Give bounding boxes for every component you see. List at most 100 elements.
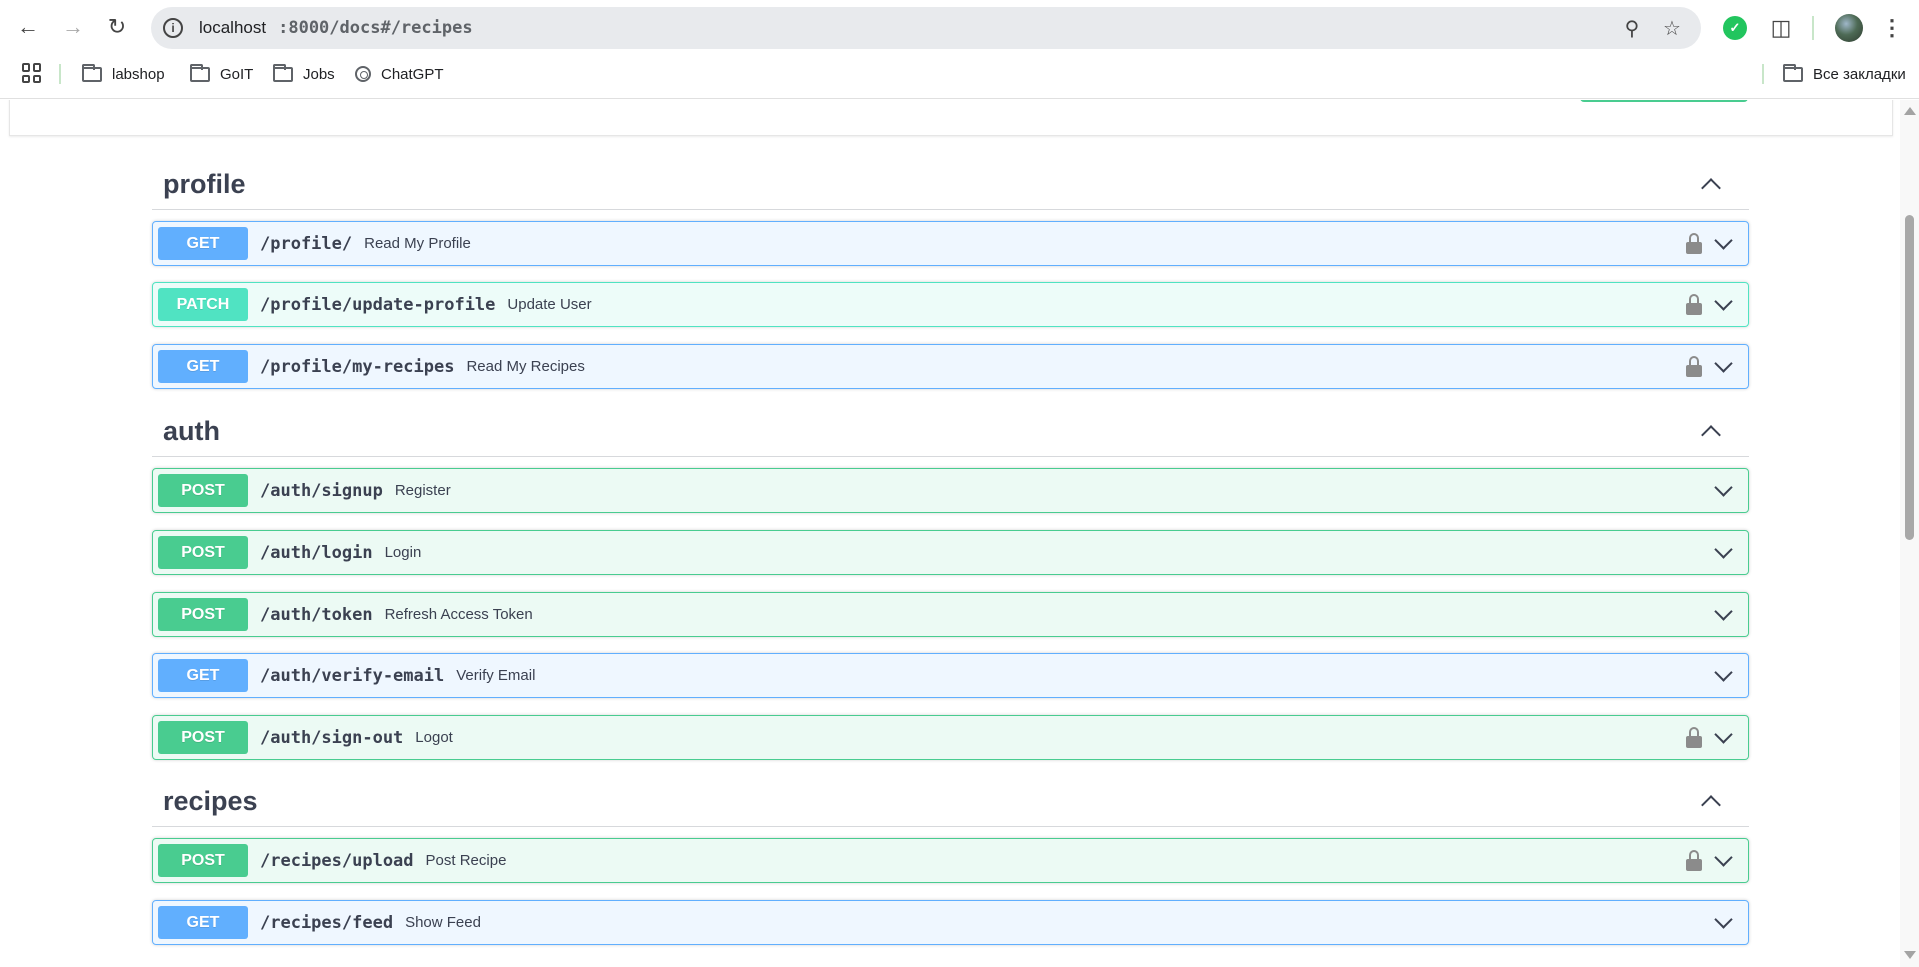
tag-header-profile[interactable]: profile xyxy=(152,160,1749,210)
method-badge: GET xyxy=(158,659,248,692)
all-bookmarks[interactable]: Все закладки xyxy=(1783,62,1906,86)
operation-path: /recipes/upload xyxy=(260,850,414,871)
operation-post-signup[interactable]: POST /auth/signup Register xyxy=(152,468,1749,513)
bookmark-label: GoIT xyxy=(220,65,254,83)
lock-icon[interactable] xyxy=(1685,233,1703,255)
operation-post-recipes-upload[interactable]: POST /recipes/upload Post Recipe xyxy=(152,838,1749,883)
method-badge: GET xyxy=(158,906,248,939)
method-badge: PATCH xyxy=(158,288,248,321)
tag-header-auth[interactable]: auth xyxy=(152,407,1749,457)
operation-path: /auth/verify-email xyxy=(260,665,445,686)
info-panel xyxy=(9,100,1893,136)
operation-path: /profile/ xyxy=(260,233,353,254)
bookmark-label: Jobs xyxy=(303,65,335,83)
bookmarks-separator xyxy=(59,64,61,84)
bookmark-label: ChatGPT xyxy=(381,65,444,83)
operation-patch-update-profile[interactable]: PATCH /profile/update-profile Update Use… xyxy=(152,282,1749,327)
expand-chevron-down-icon[interactable] xyxy=(1712,663,1734,687)
operation-path: /auth/token xyxy=(260,604,373,625)
operation-summary: Show Feed xyxy=(405,914,481,931)
operation-summary: Refresh Access Token xyxy=(384,606,533,623)
operation-summary: Verify Email xyxy=(456,667,536,684)
tag-title: profile xyxy=(163,169,246,199)
bookmark-label: labshop xyxy=(112,65,165,83)
page-scrollbar[interactable] xyxy=(1900,100,1919,967)
expand-chevron-down-icon[interactable] xyxy=(1712,848,1734,872)
bookmark-jobs[interactable]: Jobs xyxy=(273,62,335,86)
collapse-chevron-up-icon[interactable] xyxy=(1699,420,1723,445)
expand-chevron-down-icon[interactable] xyxy=(1712,602,1734,626)
profile-avatar[interactable] xyxy=(1835,14,1863,42)
method-badge: POST xyxy=(158,536,248,569)
method-badge: GET xyxy=(158,350,248,383)
bookmark-star-icon[interactable]: ☆ xyxy=(1659,15,1685,41)
expand-chevron-down-icon[interactable] xyxy=(1712,478,1734,502)
operation-post-token[interactable]: POST /auth/token Refresh Access Token xyxy=(152,592,1749,637)
operation-summary: Read My Profile xyxy=(364,235,471,252)
operation-get-my-recipes[interactable]: GET /profile/my-recipes Read My Recipes xyxy=(152,344,1749,389)
method-badge: POST xyxy=(158,474,248,507)
back-arrow-icon[interactable]: ← xyxy=(10,9,46,45)
folder-icon xyxy=(190,63,210,82)
lock-icon[interactable] xyxy=(1685,727,1703,749)
expand-chevron-down-icon[interactable] xyxy=(1712,910,1734,934)
site-info-icon[interactable]: i xyxy=(163,18,183,38)
operation-summary: Logot xyxy=(415,729,453,746)
tag-title: auth xyxy=(163,416,220,446)
operation-path: /auth/signup xyxy=(260,480,383,501)
operation-post-sign-out[interactable]: POST /auth/sign-out Logot xyxy=(152,715,1749,760)
bookmark-labshop[interactable]: labshop xyxy=(82,62,165,86)
expand-chevron-down-icon[interactable] xyxy=(1712,354,1734,378)
folder-icon xyxy=(82,63,102,82)
operation-path: /profile/my-recipes xyxy=(260,356,455,377)
expand-chevron-down-icon[interactable] xyxy=(1712,231,1734,255)
all-bookmarks-label: Все закладки xyxy=(1813,65,1906,83)
collapse-chevron-up-icon[interactable] xyxy=(1699,173,1723,198)
extension-thumbs-icon[interactable]: ✓ xyxy=(1723,16,1747,40)
method-badge: POST xyxy=(158,598,248,631)
expand-chevron-down-icon[interactable] xyxy=(1712,540,1734,564)
extensions-puzzle-icon[interactable]: ◫ xyxy=(1766,13,1796,43)
bookmarks-separator xyxy=(1762,64,1764,84)
lock-icon[interactable] xyxy=(1685,850,1703,872)
method-badge: POST xyxy=(158,844,248,877)
zoom-icon[interactable]: ⚲ xyxy=(1619,15,1645,41)
operation-get-recipes-feed[interactable]: GET /recipes/feed Show Feed xyxy=(152,900,1749,945)
operation-path: /recipes/feed xyxy=(260,912,394,933)
chatgpt-icon xyxy=(355,66,371,82)
forward-arrow-icon[interactable]: → xyxy=(55,9,91,45)
operation-summary: Post Recipe xyxy=(425,852,507,869)
folder-icon xyxy=(273,63,293,82)
collapse-chevron-up-icon[interactable] xyxy=(1699,790,1723,815)
operation-summary: Read My Recipes xyxy=(466,358,585,375)
reload-icon[interactable]: ↻ xyxy=(99,9,135,45)
expand-chevron-down-icon[interactable] xyxy=(1712,725,1734,749)
toolbar-separator xyxy=(1812,16,1814,40)
scroll-up-arrow-icon[interactable] xyxy=(1904,107,1916,115)
operation-post-login[interactable]: POST /auth/login Login xyxy=(152,530,1749,575)
scroll-thumb[interactable] xyxy=(1905,215,1914,540)
bookmark-goit[interactable]: GoIT xyxy=(190,62,253,86)
operation-get-profile[interactable]: GET /profile/ Read My Profile xyxy=(152,221,1749,266)
address-bar[interactable]: i localhost:8000/docs#/recipes ⚲ ☆ xyxy=(151,7,1701,49)
url-text[interactable]: localhost:8000/docs#/recipes xyxy=(199,18,473,38)
swagger-page: profile GET /profile/ Read My Profile PA… xyxy=(0,100,1900,967)
tag-title: recipes xyxy=(163,786,258,816)
bookmark-chatgpt[interactable]: ChatGPT xyxy=(355,62,444,86)
operation-summary: Register xyxy=(394,482,451,499)
operation-summary: Update User xyxy=(507,296,592,313)
browser-toolbar: ← → ↻ i localhost:8000/docs#/recipes ⚲ ☆… xyxy=(0,0,1919,57)
authorize-button-edge[interactable] xyxy=(1580,100,1748,102)
operation-get-verify-email[interactable]: GET /auth/verify-email Verify Email xyxy=(152,653,1749,698)
apps-grid-icon[interactable] xyxy=(22,63,42,83)
operation-path: /auth/login xyxy=(260,542,373,563)
expand-chevron-down-icon[interactable] xyxy=(1712,292,1734,316)
lock-icon[interactable] xyxy=(1685,356,1703,378)
operation-path: /auth/sign-out xyxy=(260,727,404,748)
tag-header-recipes[interactable]: recipes xyxy=(152,777,1749,827)
method-badge: POST xyxy=(158,721,248,754)
scroll-down-arrow-icon[interactable] xyxy=(1904,951,1916,959)
url-host: localhost xyxy=(199,18,267,37)
lock-icon[interactable] xyxy=(1685,294,1703,316)
menu-kebab-icon[interactable]: ⋮ xyxy=(1880,12,1904,44)
